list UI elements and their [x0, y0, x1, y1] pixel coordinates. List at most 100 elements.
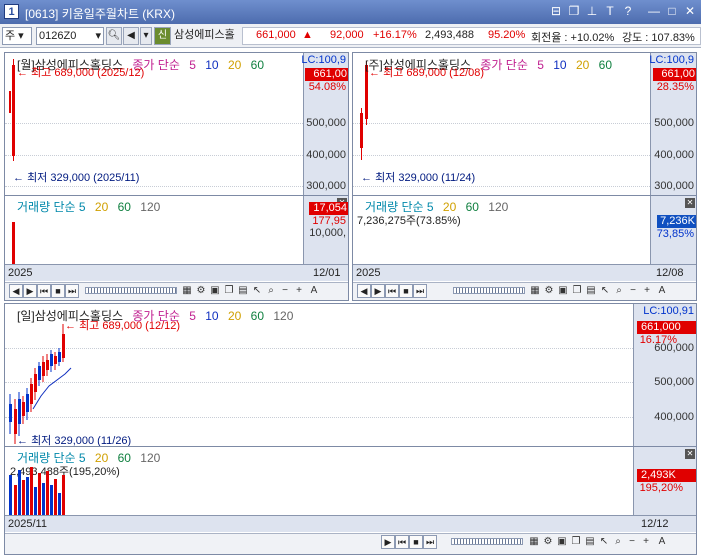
scroll-right-icon[interactable]: ▶ [381, 535, 395, 549]
settings-icon[interactable]: ⚙ [543, 284, 555, 297]
y-tick: 500,000 [654, 117, 694, 129]
layout-icon[interactable]: ▤ [584, 535, 596, 548]
close-icon[interactable]: ✕ [682, 3, 698, 19]
window-option-1-icon[interactable]: ⊟ [548, 3, 564, 19]
layout-icon[interactable]: ▤ [237, 284, 249, 297]
overlay-icon[interactable]: ▣ [556, 535, 568, 548]
overlay-icon[interactable]: ▣ [557, 284, 569, 297]
change-pct: 28.35% [656, 81, 694, 93]
grid-icon[interactable]: ▦ [529, 284, 541, 297]
cursor-icon[interactable]: ↖ [598, 535, 610, 548]
text-tool-icon[interactable]: A [656, 535, 668, 548]
scroll-slider[interactable] [453, 287, 525, 294]
y-tick: 300,000 [306, 180, 346, 192]
minimize-icon[interactable]: — [646, 3, 662, 19]
scroll-slider[interactable] [85, 287, 177, 294]
weekly-volume-plot[interactable]: 거래량 단순 5 20 60 120 7,236,275주(73.85%) [353, 196, 650, 264]
maximize-icon[interactable]: □ [664, 3, 680, 19]
daily-control-bar: ▶ ⏮ ■ ⏭ ▦ ⚙ ▣ ❐ ▤ ↖ ⌕ − + A [5, 533, 696, 554]
close-pane-icon[interactable]: ✕ [685, 449, 695, 459]
weekly-price-plot[interactable]: [주]삼성에피스홀딩스 종가 단순 5 10 20 60 ← 최고 689,00… [353, 53, 650, 195]
settings-icon[interactable]: ⚙ [542, 535, 554, 548]
lc-label: LC:100,9 [301, 54, 346, 66]
stop-icon[interactable]: ■ [51, 284, 65, 298]
stop-icon[interactable]: ■ [409, 535, 423, 549]
y-tick: 300,000 [654, 180, 694, 192]
grid-icon[interactable]: ▦ [181, 284, 193, 297]
monthly-volume-plot[interactable]: 거래량 단순 5 20 60 120 [5, 196, 303, 264]
chevron-down-icon[interactable]: ▾ [95, 28, 101, 44]
scroll-first-icon[interactable]: ⏮ [395, 535, 409, 549]
volume-bar [54, 479, 57, 515]
speaker-dropdown-icon[interactable]: ▾ [140, 27, 152, 45]
scroll-right-icon[interactable]: ▶ [371, 284, 385, 298]
magnifier-icon[interactable]: ⌕ [612, 535, 624, 548]
zoom-in-icon[interactable]: + [293, 284, 305, 297]
pin-icon[interactable]: ⊥ [584, 3, 600, 19]
help-icon[interactable]: ? [620, 3, 636, 19]
window-option-2-icon[interactable]: ❐ [566, 3, 582, 19]
window-icon[interactable]: ❐ [223, 284, 235, 297]
cursor-icon[interactable]: ↖ [251, 284, 263, 297]
price-badge: 661,00 [305, 68, 348, 81]
cursor-icon[interactable]: ↖ [599, 284, 611, 297]
magnifier-icon[interactable]: ⌕ [613, 284, 625, 297]
settings-icon[interactable]: ⚙ [195, 284, 207, 297]
lc-label: LC:100,91 [643, 305, 694, 317]
high-annotation: ← 최고 689,000 (12/12) [65, 320, 181, 332]
zoom-out-icon[interactable]: − [279, 284, 291, 297]
close-pane-icon[interactable]: ✕ [685, 198, 695, 208]
period-select[interactable]: 주 ▾ [2, 27, 32, 45]
font-icon[interactable]: T [602, 3, 618, 19]
scroll-first-icon[interactable]: ⏮ [37, 284, 51, 298]
scroll-first-icon[interactable]: ⏮ [385, 284, 399, 298]
scroll-right-icon[interactable]: ▶ [23, 284, 37, 298]
zoom-in-icon[interactable]: + [641, 284, 653, 297]
monthly-price-plot[interactable]: [월]삼성에피스홀딩스 종가 단순 5 10 20 60 ← 최고 689,00… [5, 53, 303, 195]
scroll-slider[interactable] [451, 538, 523, 545]
layout-icon[interactable]: ▤ [585, 284, 597, 297]
overlay-icon[interactable]: ▣ [209, 284, 221, 297]
legend-ma60: 60 [250, 309, 265, 323]
text-tool-icon[interactable]: A [656, 284, 668, 297]
window-icon[interactable]: ❐ [571, 284, 583, 297]
daily-volume-plot[interactable]: 거래량 단순 5 20 60 120 2,493,488주(195,20%) [5, 447, 633, 515]
period-value: 주 [5, 30, 16, 42]
window-icon[interactable]: ❐ [570, 535, 582, 548]
volume-bar [58, 493, 61, 515]
change-percent: +16.17% [373, 29, 417, 41]
magnifier-icon[interactable]: ⌕ [265, 284, 277, 297]
scroll-last-icon[interactable]: ⏭ [413, 284, 427, 298]
candle-body [42, 362, 45, 376]
scroll-left-icon[interactable]: ◀ [9, 284, 23, 298]
text-tool-icon[interactable]: A [308, 284, 320, 297]
price-change: 92,000 [330, 29, 364, 41]
code-input[interactable]: 0126Z0 ▾ [36, 27, 104, 45]
zoom-out-icon[interactable]: − [627, 284, 639, 297]
volume-value: 7,236,275주(73.85%) [357, 215, 461, 227]
volume-bar [22, 480, 25, 515]
y-tick: 400,000 [654, 149, 694, 161]
scroll-last-icon[interactable]: ⏭ [65, 284, 79, 298]
zoom-in-icon[interactable]: + [640, 535, 652, 548]
monthly-price-axis: LC:100,9 661,00 54.08% 500,000 400,000 3… [301, 53, 348, 195]
date-end: 12/12 [641, 518, 669, 530]
daily-price-plot[interactable]: [일]삼성에피스홀딩스 종가 단순 5 10 20 60 120 ← 최고 68… [5, 304, 633, 446]
weekly-volume-axis: ✕ 7,236K 73,85% [650, 196, 696, 264]
y-tick: 400,000 [306, 149, 346, 161]
volume-ma20: 20 [94, 200, 109, 214]
volume-bar [46, 471, 49, 515]
volume-tick: 10,000, [309, 227, 346, 239]
search-icon[interactable]: 🔍︎ [106, 27, 122, 45]
up-arrow-icon: ▲ [302, 29, 313, 41]
zoom-out-icon[interactable]: − [626, 535, 638, 548]
legend-ma5: 5 [537, 58, 544, 72]
volume-sub: 73,85% [656, 228, 694, 240]
scroll-left-icon[interactable]: ◀ [357, 284, 371, 298]
scroll-last-icon[interactable]: ⏭ [423, 535, 437, 549]
grid-icon[interactable]: ▦ [528, 535, 540, 548]
price-badge: 661,000 [637, 321, 696, 334]
volume-bar [50, 485, 53, 515]
speaker-icon[interactable]: ◀ [123, 27, 139, 45]
stop-icon[interactable]: ■ [399, 284, 413, 298]
